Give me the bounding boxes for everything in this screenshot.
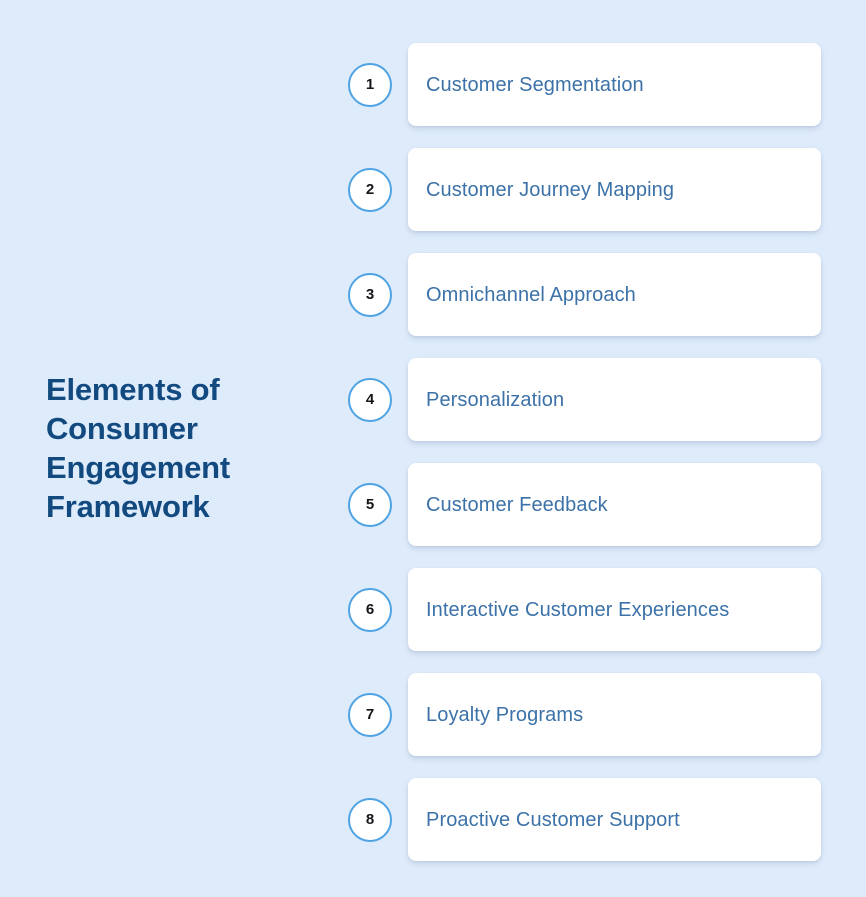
step-badge-3: 3 <box>348 272 392 317</box>
step-card-3[interactable]: Omnichannel Approach <box>408 253 821 336</box>
step-label: Proactive Customer Support <box>426 808 680 831</box>
step-number-label: 8 <box>365 811 375 828</box>
page-title-line-2: Consumer <box>46 411 198 446</box>
list-item[interactable]: 3 Omnichannel Approach <box>348 253 821 336</box>
infographic-canvas: Elements of Consumer Engagement Framewor… <box>0 0 866 897</box>
list-item[interactable]: 5 Customer Feedback <box>348 463 821 546</box>
step-label: Customer Journey Mapping <box>426 178 675 201</box>
step-card-5[interactable]: Customer Feedback <box>408 463 821 546</box>
step-badge-5: 5 <box>348 482 392 527</box>
step-number-label: 2 <box>365 181 375 198</box>
step-card-6[interactable]: Interactive Customer Experiences <box>408 568 821 651</box>
step-label: Personalization <box>426 388 565 411</box>
step-number-label: 1 <box>365 76 375 93</box>
step-label: Customer Segmentation <box>426 73 644 96</box>
page-title-line-3: Engagement <box>46 450 231 485</box>
step-label: Customer Feedback <box>426 493 608 516</box>
page-title-line-1: Elements of <box>46 372 220 407</box>
step-number-label: 6 <box>365 601 375 618</box>
step-number-label: 7 <box>365 706 375 723</box>
step-card-4[interactable]: Personalization <box>408 358 821 441</box>
step-badge-2: 2 <box>348 167 392 212</box>
list-item[interactable]: 8 Proactive Customer Support <box>348 778 821 861</box>
step-card-8[interactable]: Proactive Customer Support <box>408 778 821 861</box>
step-badge-4: 4 <box>348 377 392 422</box>
step-badge-7: 7 <box>348 692 392 737</box>
step-label: Interactive Customer Experiences <box>426 598 730 621</box>
step-card-2[interactable]: Customer Journey Mapping <box>408 148 821 231</box>
list-item[interactable]: 2 Customer Journey Mapping <box>348 148 821 231</box>
step-card-1[interactable]: Customer Segmentation <box>408 43 821 126</box>
step-badge-6: 6 <box>348 587 392 632</box>
list-item[interactable]: 7 Loyalty Programs <box>348 673 821 756</box>
steps-list: 1 Customer Segmentation 2 Customer Journ… <box>348 43 821 861</box>
list-item[interactable]: 1 Customer Segmentation <box>348 43 821 126</box>
step-label: Omnichannel Approach <box>426 283 636 306</box>
page-title-line-4: Framework <box>46 489 210 524</box>
page-title: Elements of Consumer Engagement Framewor… <box>46 370 326 526</box>
list-item[interactable]: 4 Personalization <box>348 358 821 441</box>
step-badge-8: 8 <box>348 797 392 842</box>
step-label: Loyalty Programs <box>426 703 584 726</box>
step-number-label: 5 <box>365 496 375 513</box>
step-card-7[interactable]: Loyalty Programs <box>408 673 821 756</box>
list-item[interactable]: 6 Interactive Customer Experiences <box>348 568 821 651</box>
step-number-label: 3 <box>365 286 375 303</box>
step-number-label: 4 <box>365 391 375 408</box>
step-badge-1: 1 <box>348 62 392 107</box>
